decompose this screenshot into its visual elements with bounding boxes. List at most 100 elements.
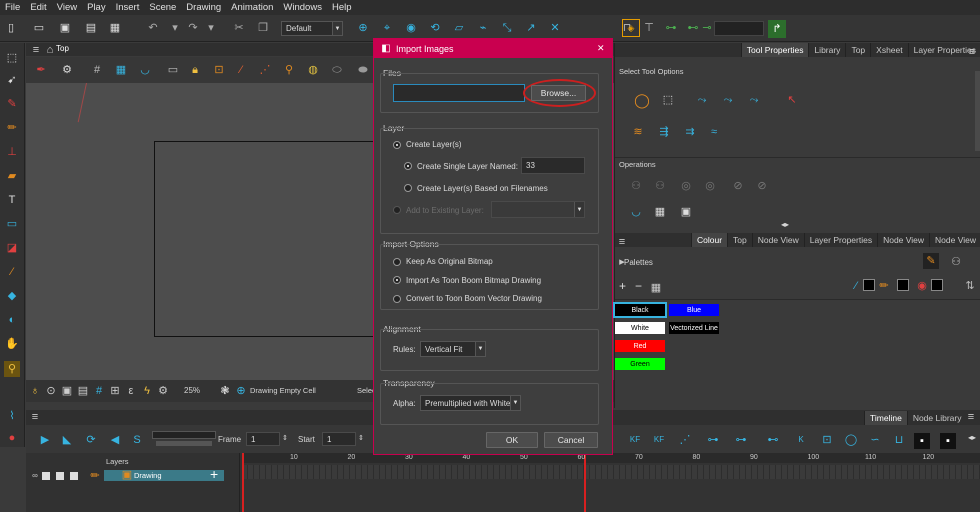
timeline-panel-menu-icon[interactable]: ≡ [964, 410, 978, 424]
rules-select[interactable]: Vertical Fit ▼ [420, 341, 486, 357]
eye-toggle-icon[interactable]: ◯ [844, 433, 858, 447]
sketch-tool-icon[interactable]: ⌇ [5, 409, 19, 423]
zoom-icon[interactable]: ⚙ [156, 384, 170, 398]
tab-top-2[interactable]: Top [727, 233, 752, 247]
end-marker[interactable] [584, 453, 586, 512]
menu-icon[interactable]: ≡ [29, 43, 43, 57]
menu-item-scene[interactable]: Scene [149, 2, 176, 13]
motion-path-icon[interactable]: ⋰ [678, 433, 692, 447]
lock-checkbox[interactable] [56, 472, 64, 480]
rotate-cw-icon[interactable]: ◎ [703, 179, 717, 193]
onion-prev-icon[interactable]: ▪ [914, 433, 930, 449]
start-spin-icon[interactable]: ⇕ [358, 434, 364, 442]
chain-icon[interactable]: ⋰ [258, 63, 272, 77]
tab-node-view-2[interactable]: Node View [877, 233, 929, 247]
create-single-radio[interactable] [404, 162, 412, 170]
fill-color-swatch[interactable] [931, 279, 943, 291]
lasso-icon[interactable]: ◯ [634, 93, 650, 107]
layer-name-input[interactable]: 33 [521, 157, 585, 174]
apply-frames-icon[interactable]: ≈ [707, 125, 721, 139]
smooth-icon[interactable]: ⊘ [731, 179, 745, 193]
swatch-blue[interactable]: Blue [669, 304, 719, 316]
select-tool-icon[interactable]: ⬚ [5, 51, 19, 65]
ease-icon[interactable]: ⊶ [706, 433, 720, 447]
reset-view-icon[interactable]: ⊕ [356, 21, 370, 35]
play-icon[interactable]: ▶ [38, 433, 52, 447]
stamp-tool-icon[interactable]: ⊥ [5, 145, 19, 159]
create-color-icon[interactable]: ▦ [653, 205, 667, 219]
tab-xsheet[interactable]: Xsheet [870, 43, 907, 57]
browse-button[interactable]: Browse... [531, 85, 586, 101]
disc-icon[interactable]: ⬭ [330, 63, 344, 77]
onion-icon[interactable]: ε [124, 384, 138, 398]
existing-layer-select[interactable]: ▼ [491, 201, 585, 218]
arrange-icon[interactable]: ◡ [629, 205, 643, 219]
snap-contour-icon[interactable]: ⤳ [695, 93, 709, 107]
import-toon-radio[interactable] [393, 276, 401, 284]
tab-tool-properties[interactable]: Tool Properties [740, 43, 809, 57]
cutter-tool-icon[interactable]: ◐ [5, 313, 19, 327]
bone-link-icon[interactable]: ⁄ [234, 63, 248, 77]
key-frame-icon[interactable]: KF [628, 433, 642, 447]
disc-2-icon[interactable]: ⬬ [356, 63, 370, 77]
tab-layer-properties-2[interactable]: Layer Properties [803, 233, 877, 247]
menu-item-view[interactable]: View [57, 2, 77, 13]
lock-toggle-icon[interactable]: ∞ [28, 469, 42, 483]
node-branch-icon[interactable]: ⊸ [700, 21, 714, 35]
color-field[interactable] [714, 21, 764, 36]
menu-item-animation[interactable]: Animation [231, 2, 273, 13]
contour-editor-icon[interactable]: ➹ [5, 73, 19, 87]
spline-offset-icon[interactable]: ⌁ [476, 21, 490, 35]
drawing-track[interactable] [242, 465, 980, 479]
eraser-tool-icon[interactable]: ▰ [5, 169, 19, 183]
undo-icon[interactable]: ↶ [146, 21, 160, 35]
redo-icon[interactable]: ↷ [186, 21, 200, 35]
start-field[interactable]: 1 [322, 432, 356, 446]
color-picker-icon[interactable]: ● [5, 431, 19, 445]
node-link-icon[interactable]: ⊶ [664, 21, 678, 35]
optimize-icon[interactable]: ⊘ [755, 179, 769, 193]
field-icon[interactable]: ⊞ [108, 384, 122, 398]
show-icon[interactable]: ▭ [166, 63, 180, 77]
layer-icon[interactable]: ▣ [679, 205, 693, 219]
tab-timeline[interactable]: Timeline [864, 411, 907, 425]
frame-field[interactable]: 1 [246, 432, 280, 446]
panel-menu-icon[interactable]: ≡ [965, 45, 979, 59]
menu-item-drawing[interactable]: Drawing [186, 2, 221, 13]
pivot-icon[interactable]: ⌖ [380, 21, 394, 35]
transform-tool-icon[interactable]: ◆ [5, 289, 19, 303]
swap-icon[interactable]: ⇅ [963, 279, 977, 293]
swatch-grid-icon[interactable]: ▦ [649, 281, 663, 295]
bulb-icon[interactable]: ♁ [28, 384, 42, 398]
speed-slider[interactable] [152, 431, 216, 439]
cut-icon[interactable]: ✂ [232, 21, 246, 35]
loop-icon[interactable]: ⟳ [84, 433, 98, 447]
rectangle-tool-icon[interactable]: ▭ [5, 217, 19, 231]
grid-toggle-icon[interactable]: # [92, 384, 106, 398]
render-icon[interactable]: ↱ [768, 20, 786, 38]
flip-h-icon[interactable]: ⚇ [629, 179, 643, 193]
morph-icon[interactable]: ↗ [524, 21, 538, 35]
dropper-tool-icon[interactable]: ⁄ [5, 265, 19, 279]
pin-icon[interactable]: ⚲ [282, 63, 296, 77]
text-tool-icon[interactable]: T [5, 193, 19, 207]
create-based-radio[interactable] [404, 184, 412, 192]
rotate-icon[interactable]: ⟲ [428, 21, 442, 35]
convert-vector-radio[interactable] [393, 295, 401, 303]
scene-settings-icon[interactable]: ▦ [108, 21, 122, 35]
scroll-arrows-icon[interactable]: ◂▸ [968, 433, 976, 442]
redo-dropdown-icon[interactable]: ▾ [204, 21, 218, 35]
remove-swatch-icon[interactable]: − [635, 279, 642, 293]
dropper-icon[interactable]: ⁄ [849, 279, 863, 293]
constant-icon[interactable]: ⊷ [766, 433, 780, 447]
cancel-button[interactable]: Cancel [544, 432, 598, 448]
rotate-ccw-icon[interactable]: ◎ [679, 179, 693, 193]
tween-icon[interactable]: ⊡ [820, 433, 834, 447]
open-scene-icon[interactable]: ▭ [32, 21, 46, 35]
select-by-color-icon[interactable]: ⇶ [657, 125, 671, 139]
ok-button[interactable]: OK [486, 432, 538, 448]
snap-grid-icon[interactable]: ⤳ [747, 93, 761, 107]
menu-item-play[interactable]: Play [87, 2, 105, 13]
brush-tool-icon[interactable]: ✎ [5, 97, 19, 111]
node-chain-icon[interactable]: ⊷ [686, 21, 700, 35]
